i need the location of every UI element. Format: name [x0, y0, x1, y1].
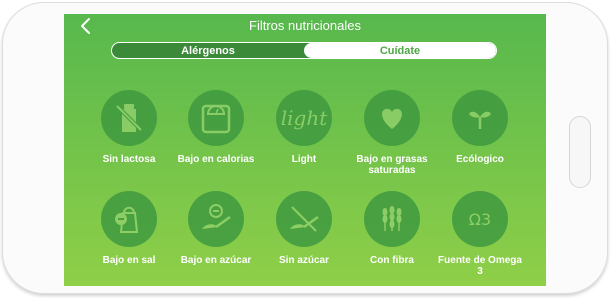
no-sugar-icon — [290, 206, 319, 232]
filter-label: Light — [291, 154, 317, 165]
filter-icon-circle — [188, 191, 244, 247]
filter-icon-circle — [101, 90, 157, 146]
app-screen: Filtros nutricionales Alérgenos Cuídate … — [64, 14, 546, 286]
salt-shaker-icon — [115, 206, 139, 233]
filter-label: Bajo en azúcar — [180, 255, 252, 266]
filter-icon-circle — [101, 191, 157, 247]
filter-label: Sin lactosa — [102, 154, 156, 165]
filter-icon-circle — [452, 90, 508, 146]
scale-icon — [201, 104, 231, 134]
filter-icon-circle — [276, 191, 332, 247]
filter-con-fibra[interactable]: Con fibra — [348, 191, 436, 266]
filter-icon-circle — [188, 90, 244, 146]
filter-label: Bajo en calorias — [177, 154, 255, 165]
filter-omega-3[interactable]: Ω3 Fuente de Omega 3 — [436, 191, 524, 277]
no-milk-bottle-icon — [115, 104, 143, 132]
filter-icon-circle: Ω3 — [452, 191, 508, 247]
filter-label: Bajo en grasas saturadas — [356, 154, 428, 176]
filter-light[interactable]: light Light — [260, 90, 348, 165]
filter-label: Fuente de Omega 3 — [438, 255, 522, 277]
filter-bajo-en-grasas[interactable]: Bajo en grasas saturadas — [348, 90, 436, 176]
filter-label: Bajo en sal — [102, 255, 156, 266]
sugar-spoon-icon — [202, 204, 231, 229]
filter-sin-azucar[interactable]: Sin azúcar — [260, 191, 348, 266]
omega3-icon: Ω3 — [468, 209, 492, 229]
filter-label: Sin azúcar — [278, 255, 330, 266]
filter-sin-lactosa[interactable]: Sin lactosa — [85, 90, 173, 165]
filter-label: Con fibra — [370, 255, 414, 266]
filter-bajo-en-azucar[interactable]: Bajo en azúcar — [172, 191, 260, 266]
filter-icon-circle — [364, 90, 420, 146]
filter-label: Ecólogico — [456, 154, 504, 165]
filter-bajo-en-calorias[interactable]: Bajo en calorias — [172, 90, 260, 165]
heart-icon — [382, 108, 402, 129]
sprout-icon — [469, 111, 491, 129]
filter-bajo-en-sal[interactable]: Bajo en sal — [85, 191, 173, 266]
wheat-icon — [382, 206, 402, 231]
filter-ecologico[interactable]: Ecólogico — [436, 90, 524, 165]
filter-icon-circle: light — [276, 90, 332, 146]
light-text-icon: light — [280, 106, 328, 130]
filters-grid: Sin lactosa Bajo en calorias light Light — [64, 14, 546, 286]
home-button[interactable] — [569, 116, 591, 188]
filter-icon-circle — [364, 191, 420, 247]
